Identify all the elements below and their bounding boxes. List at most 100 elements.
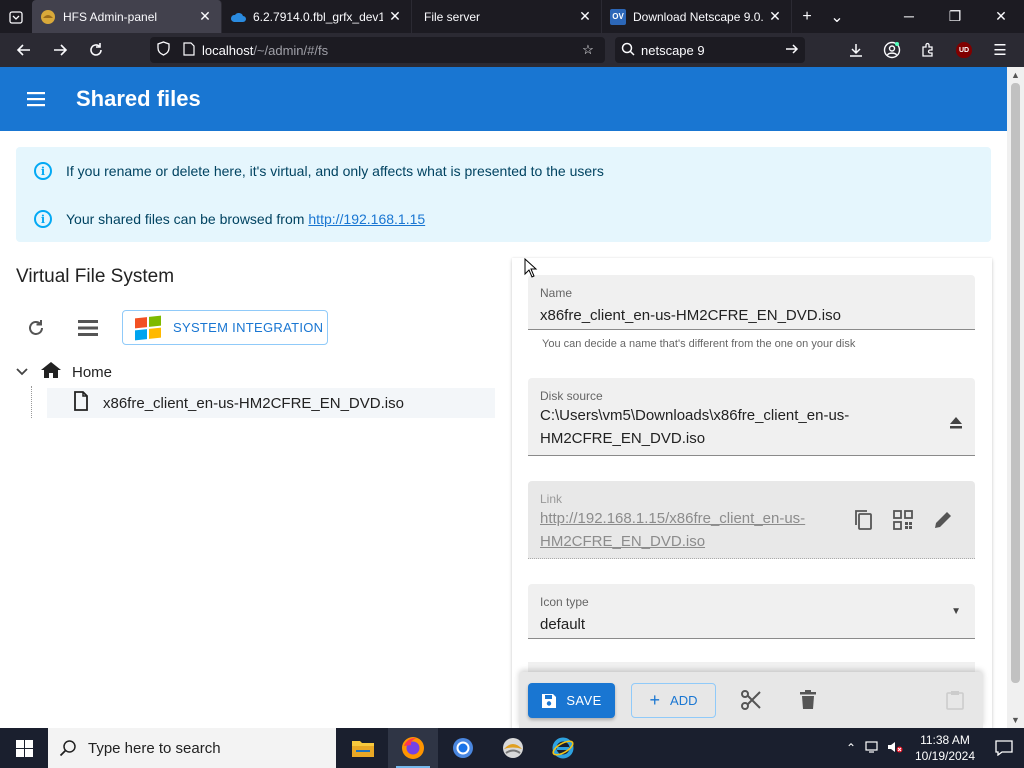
disk-source-field[interactable]: Disk source C:\Users\vm5\Downloads\x86fr…	[528, 378, 975, 456]
close-window-icon[interactable]: ✕	[978, 8, 1024, 25]
url-text: localhost/~/admin/#/fs	[202, 42, 329, 58]
server-link[interactable]: http://192.168.1.15	[308, 211, 425, 227]
search-bar[interactable]: netscape 9	[615, 37, 805, 63]
browser-nav-bar: localhost/~/admin/#/fs ☆ netscape 9 UD ☰	[0, 33, 1024, 67]
onedrive-icon	[230, 9, 246, 25]
refresh-icon[interactable]	[24, 316, 48, 340]
windows-taskbar: Type here to search ⌃ 11:38 AM 10/19/202…	[0, 728, 1024, 768]
delete-trash-icon[interactable]	[796, 688, 820, 712]
page-scrollbar[interactable]: ▲ ▼	[1007, 67, 1024, 728]
tab-close-icon[interactable]: ✕	[387, 8, 403, 25]
notification-icon[interactable]	[984, 740, 1024, 756]
downloads-icon[interactable]	[838, 33, 874, 67]
tab-onedrive[interactable]: 6.2.7914.0.fbl_grfx_dev1.1 ✕	[222, 0, 412, 33]
back-icon[interactable]	[6, 33, 42, 67]
page-title: Shared files	[76, 86, 201, 111]
name-field[interactable]: Name x86fre_client_en-us-HM2CFRE_EN_DVD.…	[528, 275, 975, 330]
new-tab-icon[interactable]: +	[792, 8, 822, 26]
tree-home-node[interactable]: Home	[16, 361, 112, 383]
tab-title: 6.2.7914.0.fbl_grfx_dev1.1	[253, 9, 383, 24]
scroll-up-icon[interactable]: ▲	[1007, 70, 1024, 80]
info-icon: i	[34, 210, 52, 228]
disk-source-input[interactable]: C:\Users\vm5\Downloads\x86fre_client_en-…	[540, 404, 849, 450]
chevron-down-icon[interactable]	[16, 365, 32, 379]
tab-title: HFS Admin-panel	[63, 9, 158, 24]
home-icon	[40, 361, 62, 383]
tab-close-icon[interactable]: ✕	[767, 8, 783, 25]
edit-pencil-icon[interactable]	[931, 508, 955, 532]
eject-icon[interactable]	[949, 416, 963, 433]
file-details-panel: Name x86fre_client_en-us-HM2CFRE_EN_DVD.…	[512, 258, 992, 728]
scroll-down-icon[interactable]: ▼	[1007, 715, 1024, 725]
save-disk-icon	[542, 693, 557, 708]
tray-expand-icon[interactable]: ⌃	[840, 741, 862, 755]
add-button[interactable]: + ADD	[631, 683, 716, 718]
dropdown-arrow-icon[interactable]: ▼	[951, 606, 961, 617]
icon-type-select[interactable]: Icon type default ▼	[528, 584, 975, 639]
firefox-icon[interactable]	[388, 728, 438, 768]
qr-code-icon[interactable]	[891, 508, 915, 532]
link-field: Link http://192.168.1.15/x86fre_client_e…	[528, 481, 975, 559]
page-icon[interactable]	[176, 41, 202, 59]
file-icon	[73, 391, 91, 415]
ov-icon: OV	[610, 8, 626, 25]
alert-browse-info: i Your shared files can be browsed from …	[34, 210, 425, 228]
minimize-icon[interactable]: ─	[886, 8, 932, 25]
windows-logo-icon	[135, 315, 161, 340]
chrome-icon[interactable]	[438, 728, 488, 768]
file-explorer-icon[interactable]	[338, 728, 388, 768]
tab-hfs-admin[interactable]: HFS Admin-panel ✕	[32, 0, 222, 33]
url-bar[interactable]: localhost/~/admin/#/fs ☆	[150, 37, 605, 63]
reload-icon[interactable]	[78, 33, 114, 67]
system-tray: ⌃ 11:38 AM 10/19/2024	[840, 732, 1024, 764]
action-toolbar: SAVE + ADD	[519, 672, 983, 728]
info-alerts: i If you rename or delete here, it's vir…	[16, 147, 991, 242]
tab-title: Download Netscape 9.0.0	[633, 9, 763, 24]
hfs-icon	[40, 9, 56, 25]
mouse-cursor-icon	[524, 258, 538, 278]
icon-type-value: default	[540, 616, 586, 633]
list-view-icon[interactable]	[76, 316, 100, 340]
save-button[interactable]: SAVE	[528, 683, 615, 718]
next-field-partial	[528, 662, 975, 672]
ublock-icon[interactable]: UD	[946, 33, 982, 67]
system-integration-button[interactable]: SYSTEM INTEGRATION	[122, 310, 328, 345]
tree-file-node[interactable]: x86fre_client_en-us-HM2CFRE_EN_DVD.iso	[47, 388, 495, 418]
internet-explorer-icon[interactable]	[538, 728, 588, 768]
browser-tab-strip: HFS Admin-panel ✕ 6.2.7914.0.fbl_grfx_de…	[0, 0, 1024, 33]
scrollbar-thumb[interactable]	[1011, 83, 1020, 683]
hamburger-menu-icon[interactable]	[0, 91, 72, 107]
tab-close-icon[interactable]: ✕	[577, 8, 593, 25]
cut-scissors-icon[interactable]	[739, 688, 763, 712]
clock[interactable]: 11:38 AM 10/19/2024	[906, 732, 984, 764]
paste-icon[interactable]	[943, 688, 967, 712]
file-link[interactable]: http://192.168.1.15/x86fre_client_en-us-…	[540, 507, 805, 553]
search-query: netscape 9	[641, 42, 705, 58]
windows-start-icon[interactable]	[0, 728, 48, 768]
app-bar: Shared files	[0, 67, 1007, 131]
vfs-title: Virtual File System	[16, 266, 175, 287]
tab-file-server[interactable]: File server ✕	[412, 0, 602, 33]
taskbar-search-box[interactable]: Type here to search	[48, 728, 336, 768]
restore-icon[interactable]: ❐	[932, 8, 978, 25]
bookmark-star-icon[interactable]: ☆	[575, 42, 601, 58]
plus-icon: +	[649, 690, 661, 710]
volume-muted-icon[interactable]	[884, 740, 906, 757]
copy-icon[interactable]	[851, 508, 875, 532]
name-input[interactable]: x86fre_client_en-us-HM2CFRE_EN_DVD.iso	[540, 304, 841, 327]
tab-title: File server	[424, 9, 481, 24]
app-menu-icon[interactable]: ☰	[982, 33, 1018, 67]
list-all-tabs-icon[interactable]: ⌄	[822, 7, 852, 27]
hfs-taskbar-icon[interactable]	[488, 728, 538, 768]
tab-netscape[interactable]: OV Download Netscape 9.0.0 ✕	[602, 0, 792, 33]
forward-icon[interactable]	[42, 33, 78, 67]
account-icon[interactable]	[874, 33, 910, 67]
search-icon	[615, 42, 641, 59]
search-icon	[48, 739, 88, 757]
tab-close-icon[interactable]: ✕	[197, 8, 213, 25]
shield-icon[interactable]	[150, 41, 176, 59]
network-icon[interactable]	[862, 740, 884, 757]
extensions-icon[interactable]	[910, 33, 946, 67]
search-go-icon[interactable]	[779, 42, 805, 59]
tab-overview-icon[interactable]	[0, 0, 32, 33]
